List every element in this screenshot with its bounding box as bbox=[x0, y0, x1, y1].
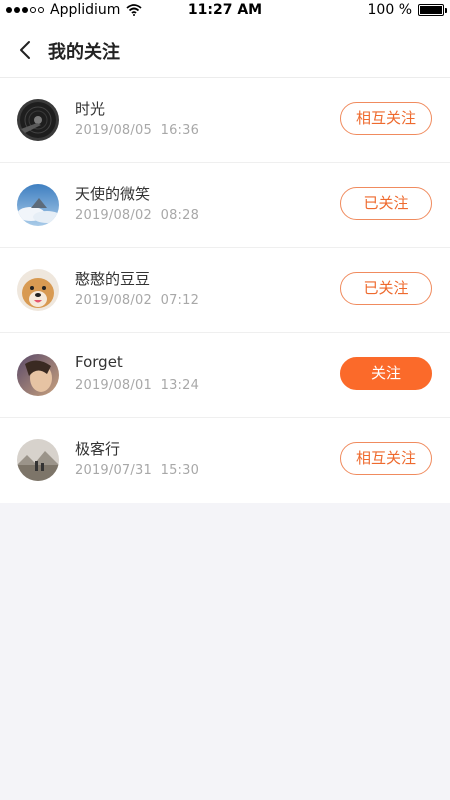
follow-row[interactable]: Forget 2019/08/01 13:24 关注 bbox=[0, 333, 450, 418]
follow-row[interactable]: 极客行 2019/07/31 15:30 相互关注 bbox=[0, 418, 450, 503]
follow-time: 2019/07/31 15:30 bbox=[75, 463, 200, 478]
follow-button[interactable]: 关注 bbox=[340, 357, 432, 390]
mutual-follow-button[interactable]: 相互关注 bbox=[340, 442, 432, 475]
follow-time: 2019/08/02 07:12 bbox=[75, 293, 200, 308]
user-name: Forget bbox=[75, 353, 123, 371]
battery-percentage: 100 % bbox=[367, 2, 412, 18]
user-name: 极客行 bbox=[75, 440, 121, 458]
user-name: 憨憨的豆豆 bbox=[75, 270, 151, 288]
follow-time: 2019/08/01 13:24 bbox=[75, 378, 200, 393]
status-bar: Applidium 11:27 AM 100 % bbox=[0, 0, 450, 22]
follow-time: 2019/08/05 16:36 bbox=[75, 123, 200, 138]
follow-row[interactable]: 天使的微笑 2019/08/02 08:28 已关注 bbox=[0, 163, 450, 248]
navigation-bar: 我的关注 bbox=[0, 22, 450, 78]
landscape-avatar[interactable] bbox=[17, 439, 59, 481]
follow-row[interactable]: 憨憨的豆豆 2019/08/02 07:12 已关注 bbox=[0, 248, 450, 333]
follow-row[interactable]: 时光 2019/08/05 16:36 相互关注 bbox=[0, 78, 450, 163]
back-arrow-icon[interactable] bbox=[14, 38, 38, 62]
sky-clouds-avatar[interactable] bbox=[17, 184, 59, 226]
user-name: 天使的微笑 bbox=[75, 185, 151, 203]
followed-button[interactable]: 已关注 bbox=[340, 187, 432, 220]
portrait-avatar[interactable] bbox=[17, 354, 59, 396]
page-title: 我的关注 bbox=[48, 42, 120, 63]
follow-time: 2019/08/02 08:28 bbox=[75, 208, 200, 223]
user-name: 时光 bbox=[75, 100, 106, 118]
mutual-follow-button[interactable]: 相互关注 bbox=[340, 102, 432, 135]
followed-button[interactable]: 已关注 bbox=[340, 272, 432, 305]
dog-avatar[interactable] bbox=[17, 269, 59, 311]
follow-list: 时光 2019/08/05 16:36 相互关注 天使的微笑 2019/08/0… bbox=[0, 78, 450, 503]
vinyl-record-avatar[interactable] bbox=[17, 99, 59, 141]
battery-icon bbox=[418, 4, 447, 16]
battery-info: 100 % bbox=[367, 2, 447, 18]
